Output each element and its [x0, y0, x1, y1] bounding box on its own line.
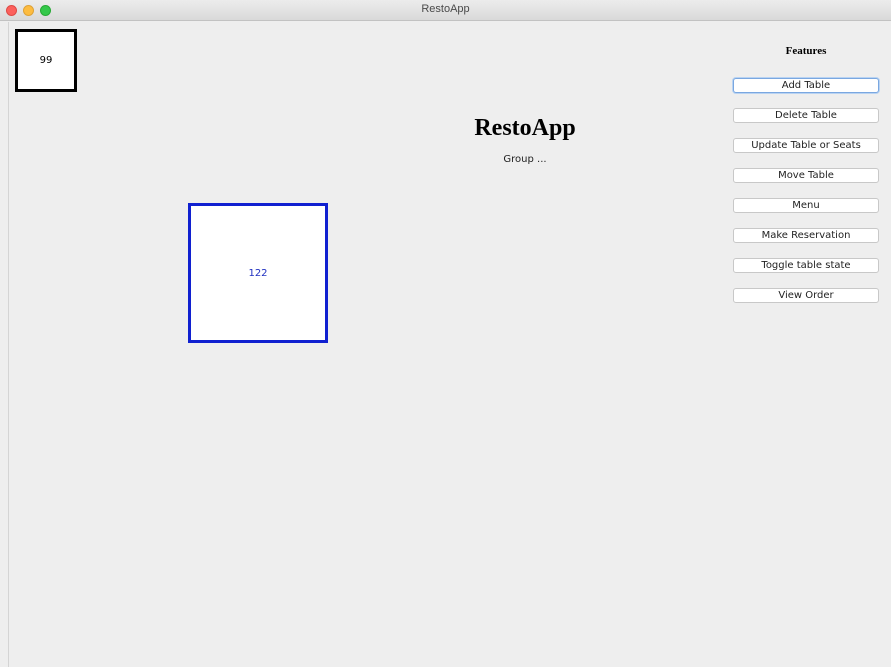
floor-plan-canvas[interactable]: 99 122 RestoApp Group ... Features Add T…	[8, 22, 891, 667]
menu-button[interactable]: Menu	[733, 198, 879, 213]
table-number: 122	[248, 267, 268, 279]
table-number: 99	[39, 55, 53, 66]
view-order-button[interactable]: View Order	[733, 288, 879, 303]
window-title: RestoApp	[421, 3, 470, 15]
update-table-or-seats-button[interactable]: Update Table or Seats	[733, 138, 879, 153]
add-table-button[interactable]: Add Table	[733, 78, 879, 93]
delete-table-button[interactable]: Delete Table	[733, 108, 879, 123]
features-heading: Features	[785, 45, 827, 57]
app-title: RestoApp	[474, 115, 576, 141]
restaurant-table-selected[interactable]: 122	[188, 203, 328, 343]
toggle-table-state-button[interactable]: Toggle table state	[733, 258, 879, 273]
restaurant-table[interactable]: 99	[15, 29, 77, 92]
title-bar[interactable]: RestoApp	[0, 0, 891, 21]
make-reservation-button[interactable]: Make Reservation	[733, 228, 879, 243]
move-table-button[interactable]: Move Table	[733, 168, 879, 183]
app-window: RestoApp 99 122 RestoApp Group ... Featu…	[0, 0, 891, 667]
app-subtitle: Group ...	[503, 154, 547, 165]
features-panel: Add Table Delete Table Update Table or S…	[733, 78, 879, 318]
